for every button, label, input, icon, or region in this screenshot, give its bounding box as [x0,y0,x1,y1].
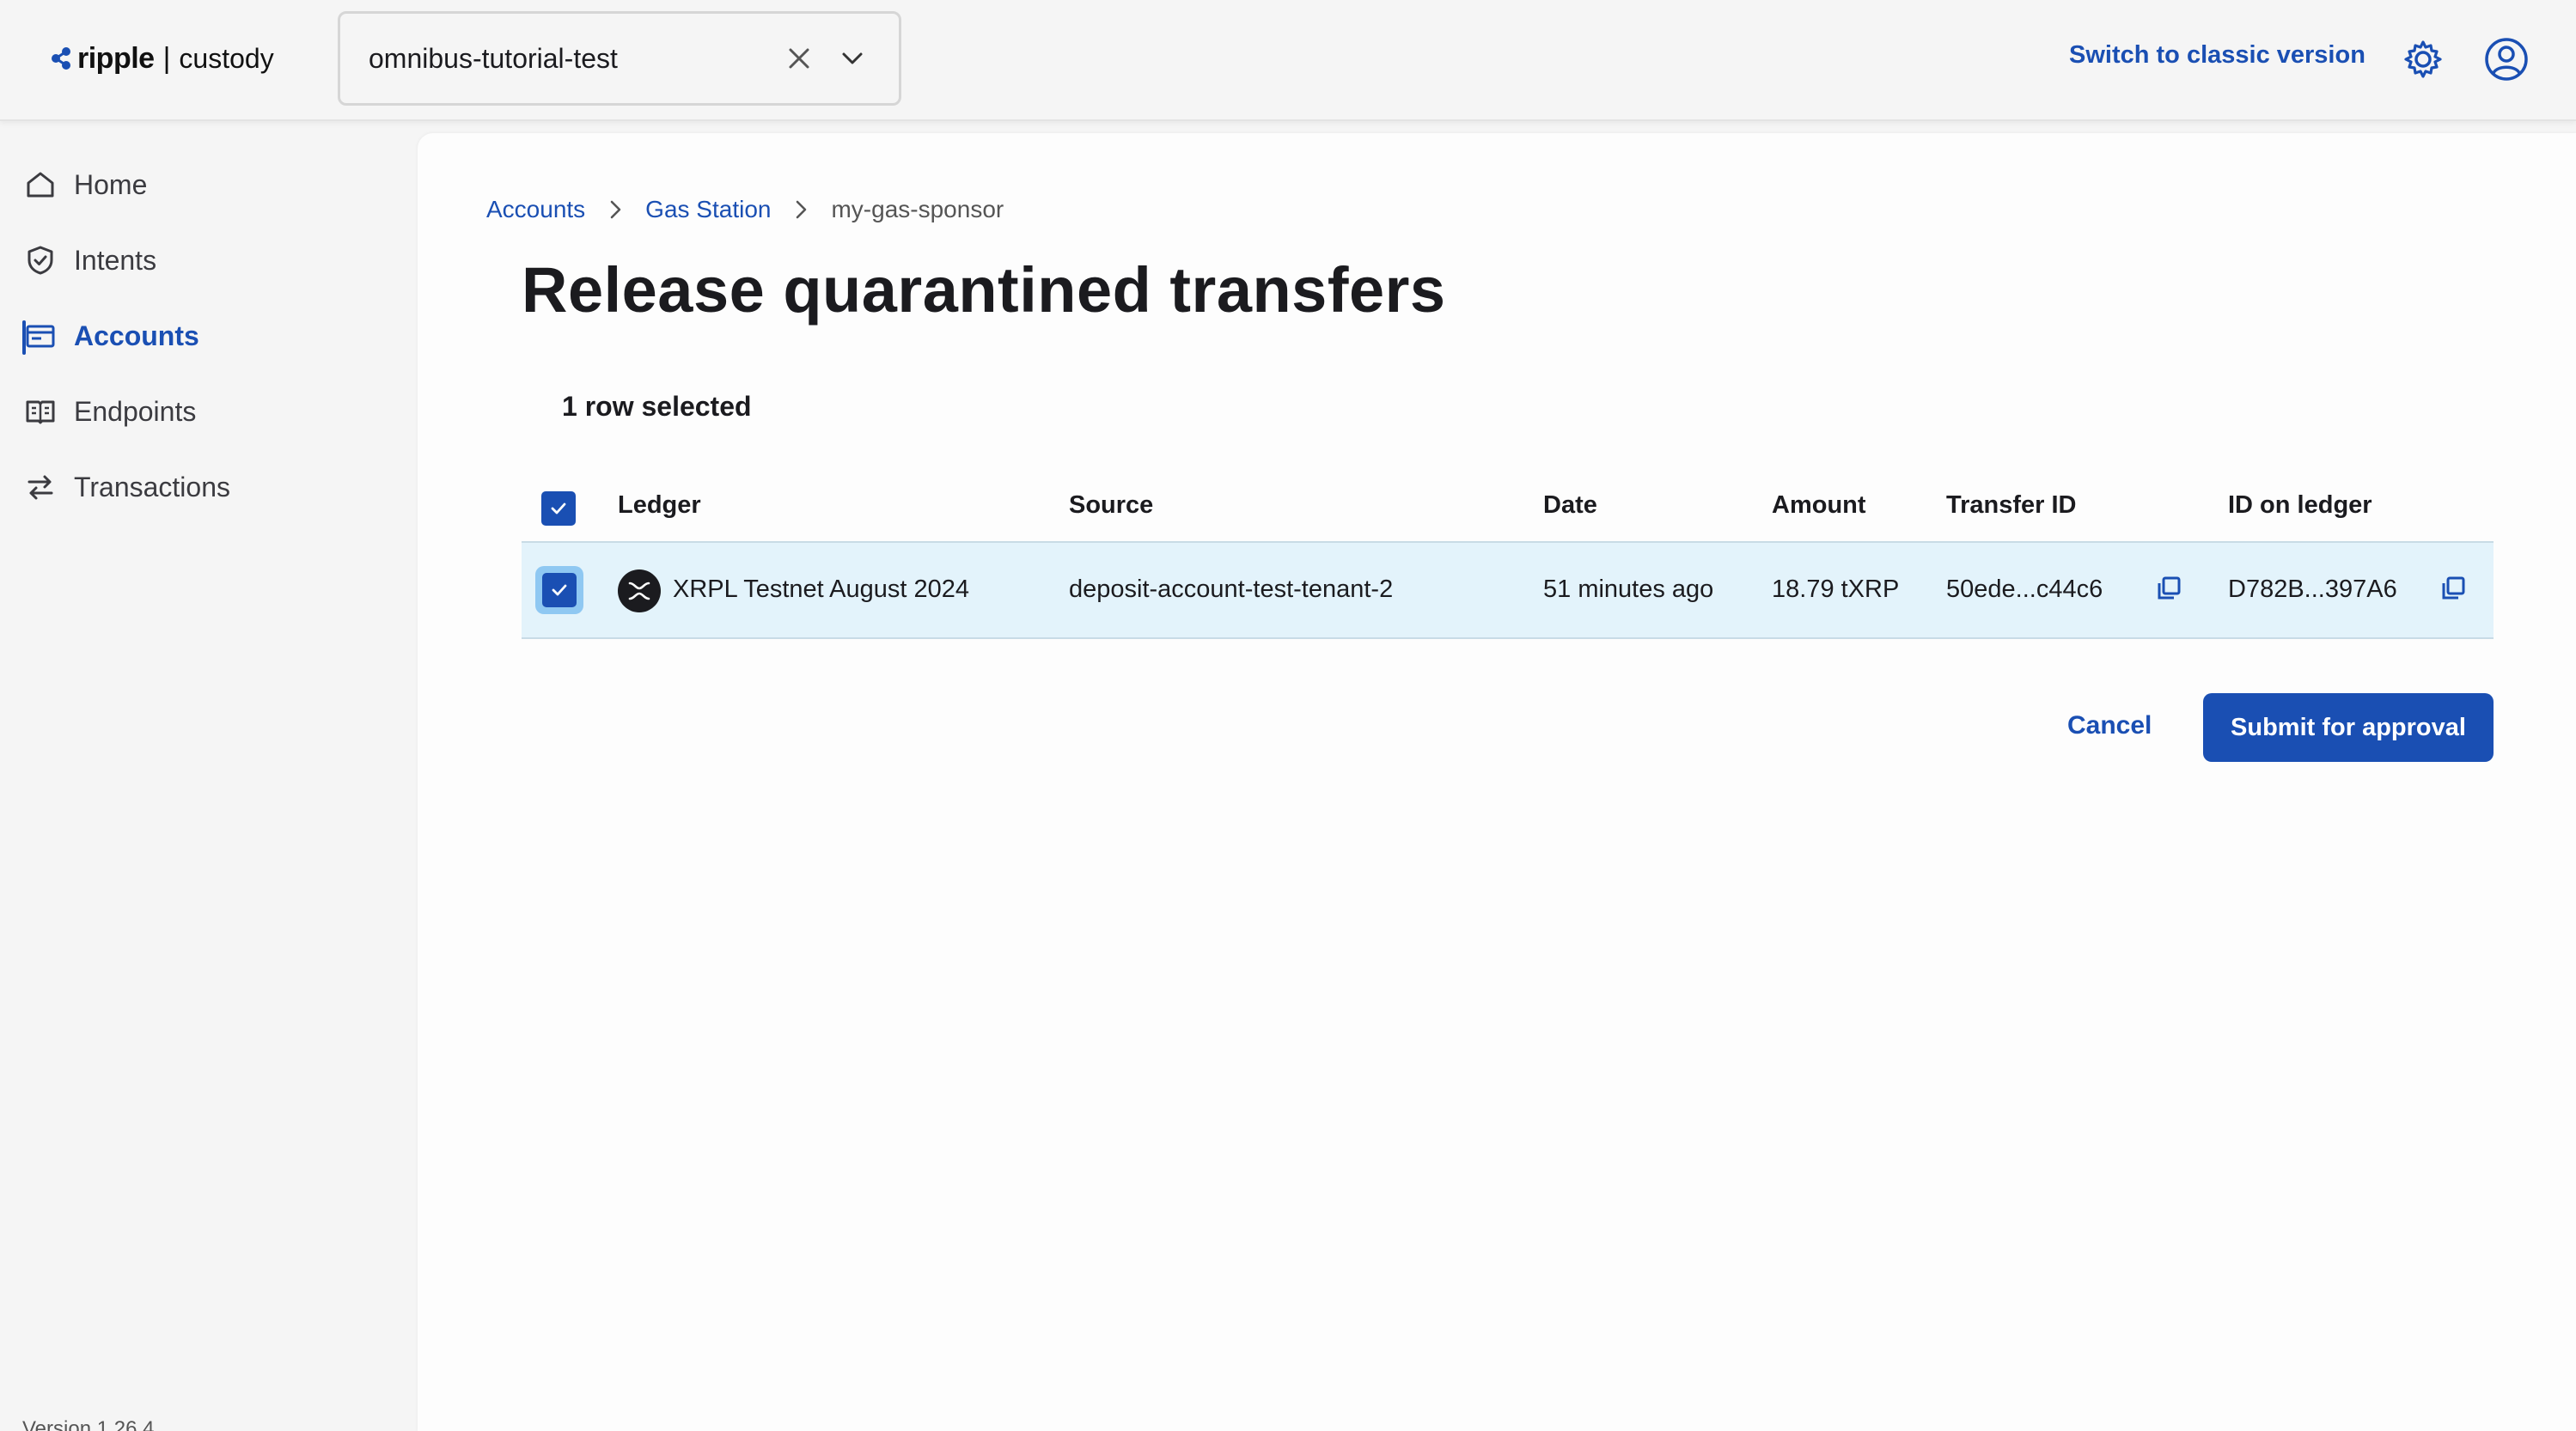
sidebar-item-label: Endpoints [74,395,197,427]
sidebar-item-intents[interactable]: Intents [24,233,156,288]
page-title: Release quarantined transfers [522,254,1446,326]
column-header-amount[interactable]: Amount [1772,491,1866,520]
breadcrumb: Accounts Gas Station my-gas-sponsor [486,196,1004,223]
environment-value: omnibus-tutorial-test [369,42,618,74]
switch-classic-link[interactable]: Switch to classic version [2069,41,2365,70]
user-menu-button[interactable] [2483,36,2530,82]
brand-product: custody [179,42,274,74]
cell-ledger: XRPL Testnet August 2024 [673,575,970,603]
clear-environment-button[interactable] [778,38,820,79]
check-icon [551,502,566,515]
cell-source: deposit-account-test-tenant-2 [1069,575,1394,603]
sidebar-item-label: Accounts [74,320,199,351]
app-version: Version 1.26.4 [22,1417,155,1431]
sidebar-item-endpoints[interactable]: Endpoints [24,384,196,439]
brand-logo[interactable]: ripple | custody [48,40,274,77]
sidebar-item-home[interactable]: Home [24,157,147,212]
row-checkbox[interactable] [542,573,577,607]
submit-for-approval-button[interactable]: Submit for approval [2203,693,2494,762]
top-bar: ripple | custody omnibus-tutorial-test S… [0,0,2576,121]
copy-icon[interactable] [2156,575,2182,601]
gear-icon [2404,40,2442,78]
settings-button[interactable] [2402,38,2445,81]
xrpl-logo-icon [618,569,661,612]
main-content: Accounts Gas Station my-gas-sponsor Rele… [418,133,2576,1431]
sidebar-item-accounts[interactable]: Accounts [24,308,199,363]
cell-transfer-id: 50ede...c44c6 [1946,575,2103,603]
column-header-source[interactable]: Source [1069,491,1153,520]
sidebar-item-transactions[interactable]: Transactions [24,460,230,515]
breadcrumb-current: my-gas-sponsor [831,196,1004,222]
column-header-date[interactable]: Date [1543,491,1597,520]
cell-date: 51 minutes ago [1543,575,1714,603]
cell-ledger-id: D782B...397A6 [2228,575,2397,603]
breadcrumb-accounts[interactable]: Accounts [486,196,585,223]
book-icon [26,400,55,424]
transfer-icon [27,475,53,500]
check-icon [552,584,567,596]
chevron-down-icon [842,52,863,64]
user-icon [2485,38,2528,81]
sidebar: Home Intents Accounts Endpoints Transact… [0,123,418,1431]
selected-count: 1 row selected [562,391,752,422]
ripple-logo-icon [52,47,70,70]
chevron-right-icon [797,200,807,219]
sidebar-item-label: Home [74,168,148,200]
chevron-right-icon [610,200,621,219]
brand-name: ripple [77,41,155,75]
close-icon [789,48,809,69]
breadcrumb-gas-station[interactable]: Gas Station [645,196,771,223]
column-header-ledger[interactable]: Ledger [618,491,701,520]
copy-icon[interactable] [2440,575,2466,601]
select-all-checkbox[interactable] [541,491,576,526]
table-header: Ledger Source Date Amount Transfer ID ID… [522,472,2494,541]
open-environment-dropdown-button[interactable] [832,38,873,79]
environment-select[interactable]: omnibus-tutorial-test [338,11,901,106]
column-header-ledger-id[interactable]: ID on ledger [2228,491,2372,520]
shield-icon [27,246,53,275]
column-header-transfer-id[interactable]: Transfer ID [1946,491,2077,520]
cancel-button[interactable]: Cancel [2050,691,2169,760]
sidebar-item-label: Transactions [74,471,230,502]
table-row[interactable]: XRPL Testnet August 2024 deposit-account… [522,541,2494,639]
sidebar-item-label: Intents [74,244,157,276]
wallet-icon [26,325,55,348]
cell-amount: 18.79 tXRP [1772,575,1900,603]
brand-separator: | [162,41,171,75]
home-icon [27,172,54,198]
